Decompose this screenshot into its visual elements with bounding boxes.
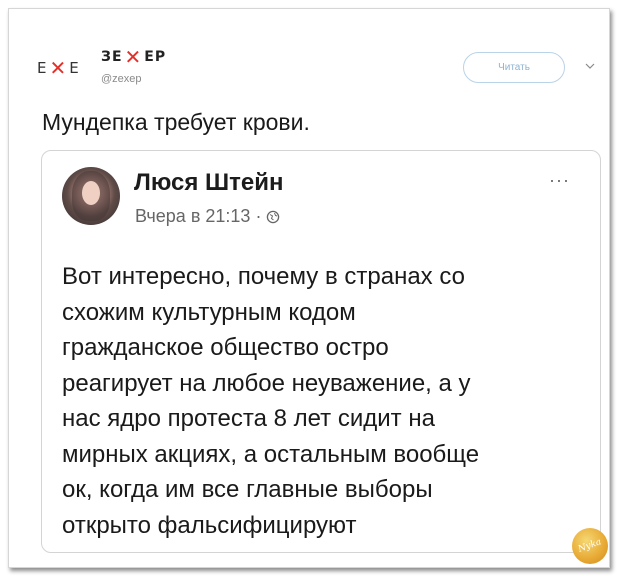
watermark-logo: Nyka [572,528,608,564]
watermark-text: Nyka [577,537,603,555]
follow-button[interactable]: Читать [463,52,565,83]
post-meta: Вчера в 21:13 · [135,206,280,227]
tweet-text: Мундепка требует крови. [42,109,310,135]
account-name-x-mark: ✕ [124,45,143,69]
post-body: Вот интересно, почему в странах со схожи… [62,259,582,543]
account-avatar-logo[interactable]: E ✕ E [37,57,91,79]
account-name-prefix: ЗЕ [101,49,123,65]
screenshot-frame: E ✕ E ЗЕ ✕ ЕР @zexep Читать Мундепка тре… [8,8,610,568]
avatar-face [82,181,100,205]
post-line: реагирует на любое неуважение, а у [62,369,471,397]
post-line: нас ядро протеста 8 лет сидит на [62,405,435,432]
account-name[interactable]: ЗЕ ✕ ЕР [101,47,166,67]
more-options-icon[interactable]: ··· [549,171,570,189]
post-line: Вот интересно, почему в странах со [62,263,465,290]
post-line: мирных акциях, а остальным вообще [62,440,480,468]
author-avatar[interactable] [62,167,120,225]
quoted-post-card[interactable]: Люся Штейн Вчера в 21:13 · ··· Вот интер… [41,150,601,553]
post-line: схожим культурным кодом [62,298,356,326]
post-line: открыто фальсифицируют [62,511,357,539]
post-time[interactable]: Вчера в 21:13 [135,206,250,227]
logo-x-mark: ✕ [49,56,68,80]
account-handle[interactable]: @zexep [101,73,142,85]
logo-letter-right: E [69,59,80,77]
account-name-suffix: ЕР [144,49,167,65]
author-name[interactable]: Люся Штейн [134,169,284,197]
post-line: ок, когда им все главные выборы [62,476,433,503]
globe-icon [267,210,280,223]
logo-letter-left: E [37,59,48,77]
chevron-down-icon[interactable] [585,61,595,71]
post-line: гражданское общество остро [62,334,389,361]
meta-separator: · [255,206,262,226]
